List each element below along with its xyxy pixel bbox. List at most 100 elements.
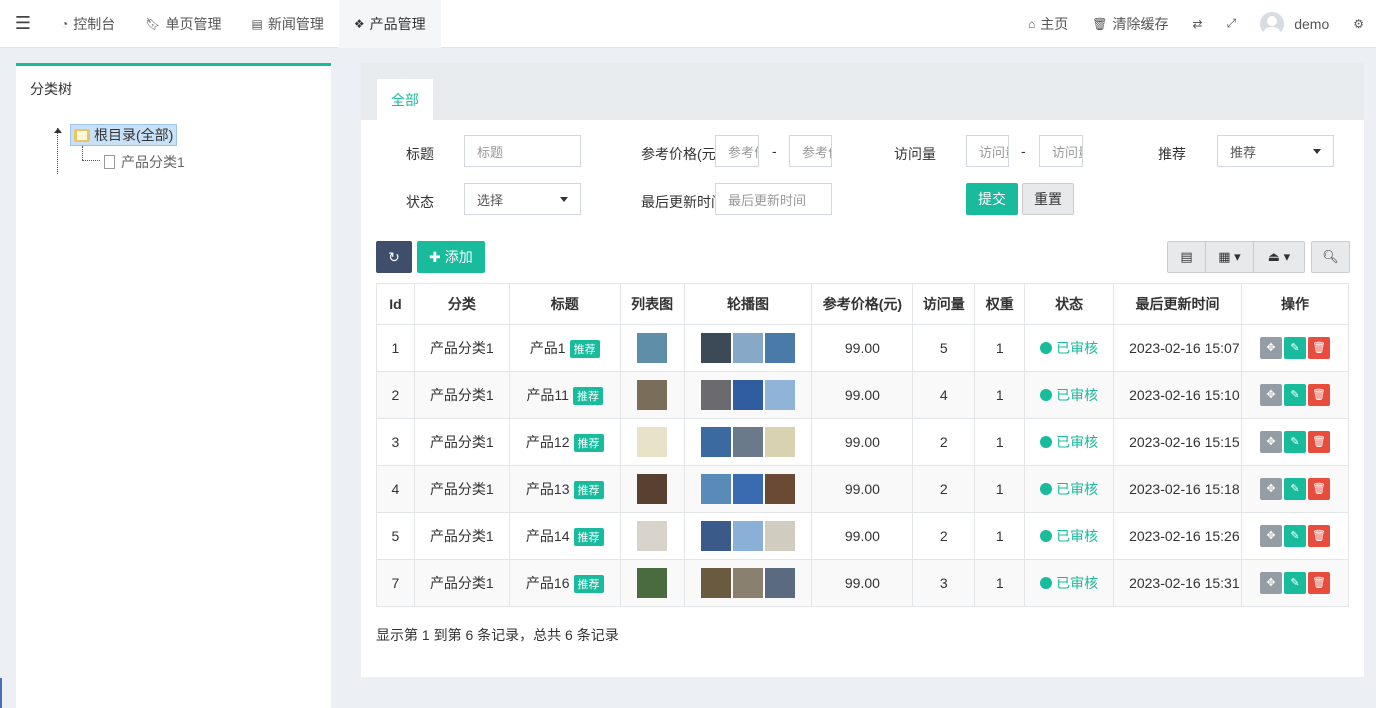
status-text: 已审核	[1056, 387, 1099, 403]
carousel-thumbnail[interactable]	[765, 474, 795, 504]
language-button[interactable]: ⇄	[1181, 0, 1215, 48]
col-category[interactable]: 分类	[413, 283, 510, 325]
table-row[interactable]: 1 产品分类1 产品1 推荐 99.00 5 1 已审核 2023-02-16 15:07 ✥ ✎ 🗑…	[376, 324, 1349, 372]
fullscreen-button[interactable]: ⤢	[1215, 0, 1249, 48]
col-price[interactable]: 参考价格(元)	[811, 283, 914, 325]
delete-button[interactable]: 🗑︎	[1308, 572, 1331, 594]
nav-news[interactable]: ▤ 新闻管理	[236, 0, 338, 48]
nav-pages[interactable]: 🔖︎ 单页管理	[130, 0, 236, 48]
edit-button[interactable]: ✎	[1284, 337, 1307, 359]
refresh-button[interactable]: ↻	[376, 241, 412, 273]
col-id[interactable]: Id	[376, 283, 415, 325]
list-icon: ▤	[1180, 249, 1193, 264]
table-row[interactable]: 7 产品分类1 产品16 推荐 99.00 3 1 已审核 2023-02-16 15:31 ✥ ✎…	[376, 559, 1349, 607]
tab-all[interactable]: 全部	[377, 79, 433, 120]
user-menu[interactable]: demo	[1248, 0, 1341, 48]
carousel-thumbnail[interactable]	[733, 474, 763, 504]
drag-button[interactable]: ✥	[1260, 478, 1283, 500]
col-carousel[interactable]: 轮播图	[683, 283, 813, 325]
tree-node-root[interactable]: 根目录(全部)	[70, 124, 178, 146]
filter-recommend-select[interactable]: 推荐	[1217, 135, 1334, 167]
export-button[interactable]: ⏏ ▾	[1254, 242, 1304, 272]
filter-status-select[interactable]: 选择	[464, 183, 581, 215]
delete-button[interactable]: 🗑︎	[1308, 431, 1331, 453]
menu-toggle-icon[interactable]: ☰	[0, 0, 46, 48]
cell-updated: 2023-02-16 15:26	[1113, 512, 1243, 560]
list-thumbnail[interactable]	[637, 333, 668, 363]
carousel-thumbnail[interactable]	[701, 333, 731, 363]
columns-button[interactable]: ▦ ▾	[1206, 242, 1254, 272]
nav-dashboard[interactable]: ◔ 控制台	[46, 0, 130, 48]
recommend-badge: 推荐	[573, 481, 604, 500]
filter-title-input[interactable]: 标题	[464, 135, 581, 167]
carousel-thumbnail[interactable]	[701, 474, 731, 504]
delete-button[interactable]: 🗑︎	[1308, 525, 1331, 547]
carousel-thumbnail[interactable]	[701, 521, 731, 551]
list-thumbnail[interactable]	[637, 380, 668, 410]
col-title[interactable]: 标题	[508, 283, 621, 325]
carousel-thumbnail[interactable]	[733, 521, 763, 551]
nav-clear-cache[interactable]: 🗑︎ 清除缓存	[1080, 0, 1180, 48]
carousel-thumbnail[interactable]	[701, 427, 731, 457]
cell-title: 产品12 推荐	[508, 418, 621, 466]
list-thumbnail[interactable]	[637, 474, 668, 504]
table-row[interactable]: 5 产品分类1 产品14 推荐 99.00 2 1 已审核 2023-02-16 15:26 ✥ ✎…	[376, 512, 1349, 560]
filter-views-max-input[interactable]: 访问量	[1039, 135, 1083, 167]
edit-button[interactable]: ✎	[1284, 384, 1307, 406]
tree-collapse-icon[interactable]	[54, 128, 62, 133]
list-thumbnail[interactable]	[637, 521, 668, 551]
list-thumbnail[interactable]	[637, 568, 668, 598]
filter-updated-input[interactable]: 最后更新时间	[715, 183, 832, 215]
toggle-view-button[interactable]: ▤	[1168, 242, 1206, 272]
edit-button[interactable]: ✎	[1284, 572, 1307, 594]
carousel-thumbnail[interactable]	[701, 568, 731, 598]
drag-button[interactable]: ✥	[1260, 384, 1283, 406]
search-button[interactable]: 🔍︎	[1312, 242, 1349, 272]
drag-button[interactable]: ✥	[1260, 431, 1283, 453]
col-weight[interactable]: 权重	[974, 283, 1026, 325]
delete-button[interactable]: 🗑︎	[1308, 478, 1331, 500]
col-updated[interactable]: 最后更新时间	[1113, 283, 1243, 325]
col-list-image[interactable]: 列表图	[619, 283, 685, 325]
nav-products[interactable]: ❖ 产品管理	[338, 0, 441, 48]
delete-button[interactable]: 🗑︎	[1308, 337, 1331, 359]
table-row[interactable]: 4 产品分类1 产品13 推荐 99.00 2 1 已审核 2023-02-16 15:18 ✥ ✎…	[376, 465, 1349, 513]
carousel-thumbnail[interactable]	[765, 568, 795, 598]
add-button[interactable]: ✚ 添加	[417, 241, 485, 273]
carousel-thumbnail[interactable]	[733, 333, 763, 363]
filter-price-min-input[interactable]: 参考价格(元)	[715, 135, 759, 167]
carousel-thumbnail[interactable]	[765, 427, 795, 457]
col-status[interactable]: 状态	[1024, 283, 1115, 325]
carousel-thumbnail[interactable]	[765, 380, 795, 410]
edit-button[interactable]: ✎	[1284, 525, 1307, 547]
drag-button[interactable]: ✥	[1260, 525, 1283, 547]
list-thumbnail[interactable]	[637, 427, 668, 457]
nav-home[interactable]: ⌂ 主页	[1016, 0, 1080, 48]
cell-price: 99.00	[811, 512, 914, 560]
drag-button[interactable]: ✥	[1260, 572, 1283, 594]
drag-button[interactable]: ✥	[1260, 337, 1283, 359]
cell-status: 已审核	[1024, 371, 1115, 419]
settings-button[interactable]: ⚙	[1341, 0, 1376, 48]
carousel-thumbnail[interactable]	[733, 427, 763, 457]
tree-node-category[interactable]: 产品分类1	[104, 152, 185, 172]
carousel-thumbnail[interactable]	[701, 380, 731, 410]
edit-button[interactable]: ✎	[1284, 478, 1307, 500]
col-views[interactable]: 访问量	[912, 283, 976, 325]
carousel-thumbnail[interactable]	[765, 521, 795, 551]
filter-views-min-input[interactable]: 访问量	[966, 135, 1009, 167]
dashboard-icon: ◔	[61, 16, 69, 31]
reset-button[interactable]: 重置	[1022, 183, 1074, 215]
status-dot-icon	[1040, 436, 1053, 448]
cell-updated: 2023-02-16 15:07	[1113, 324, 1243, 372]
carousel-thumbnail[interactable]	[733, 568, 763, 598]
cell-views: 3	[912, 559, 976, 607]
carousel-thumbnail[interactable]	[765, 333, 795, 363]
edit-button[interactable]: ✎	[1284, 431, 1307, 453]
delete-button[interactable]: 🗑︎	[1308, 384, 1331, 406]
filter-price-max-input[interactable]: 参考价格(元)	[789, 135, 832, 167]
table-row[interactable]: 3 产品分类1 产品12 推荐 99.00 2 1 已审核 2023-02-16 15:15 ✥ ✎…	[376, 418, 1349, 466]
submit-button[interactable]: 提交	[966, 183, 1018, 215]
carousel-thumbnail[interactable]	[733, 380, 763, 410]
table-row[interactable]: 2 产品分类1 产品11 推荐 99.00 4 1 已审核 2023-02-16 15:10 ✥ ✎…	[376, 371, 1349, 419]
